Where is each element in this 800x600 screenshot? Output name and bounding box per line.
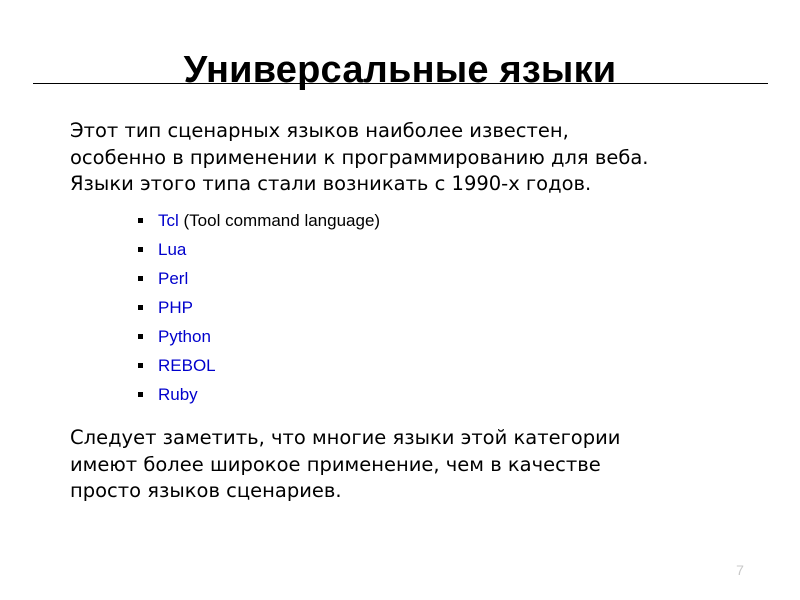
presentation-slide: Универсальные языки Этот тип сценарных я…: [0, 0, 800, 600]
list-item[interactable]: Tcl (Tool command language): [0, 206, 380, 235]
bullet-square-icon: [138, 305, 143, 310]
intro-line: особенно в применении к программированию…: [70, 145, 649, 169]
language-note: (Tool command language): [178, 211, 381, 230]
language-link[interactable]: PHP: [158, 298, 193, 317]
intro-line: Языки этого типа стали возникать с 1990-…: [70, 172, 592, 195]
list-item[interactable]: Ruby: [0, 380, 380, 409]
page-number: 7: [736, 562, 744, 578]
list-item[interactable]: REBOL: [0, 351, 380, 380]
title-divider: [33, 83, 768, 84]
closing-line: Следует заметить, что многие языки этой …: [70, 426, 621, 449]
bullet-square-icon: [138, 218, 143, 223]
language-link[interactable]: Perl: [158, 269, 188, 288]
closing-line: имеют более широкое применение, чем в ка…: [70, 452, 601, 476]
bullet-square-icon: [138, 363, 143, 368]
language-list: Tcl (Tool command language) Lua Perl PHP…: [0, 206, 380, 409]
list-item[interactable]: Lua: [0, 235, 380, 264]
language-link[interactable]: REBOL: [158, 356, 216, 375]
bullet-square-icon: [138, 247, 143, 252]
language-link[interactable]: Lua: [158, 240, 186, 259]
intro-line: Этот тип сценарных языков наиболее извес…: [70, 119, 569, 142]
language-link[interactable]: Tcl: [158, 211, 179, 230]
list-item[interactable]: PHP: [0, 293, 380, 322]
list-item[interactable]: Perl: [0, 264, 380, 293]
bullet-square-icon: [138, 334, 143, 339]
list-item[interactable]: Python: [0, 322, 380, 351]
language-link[interactable]: Python: [158, 327, 211, 346]
closing-line: просто языков сценариев.: [70, 479, 342, 502]
language-link[interactable]: Ruby: [158, 385, 198, 404]
intro-paragraph: Этот тип сценарных языков наиболее извес…: [70, 118, 750, 198]
bullet-square-icon: [138, 392, 143, 397]
bullet-square-icon: [138, 276, 143, 281]
page-title: Универсальные языки: [183, 49, 617, 92]
closing-paragraph: Следует заметить, что многие языки этой …: [70, 425, 760, 505]
